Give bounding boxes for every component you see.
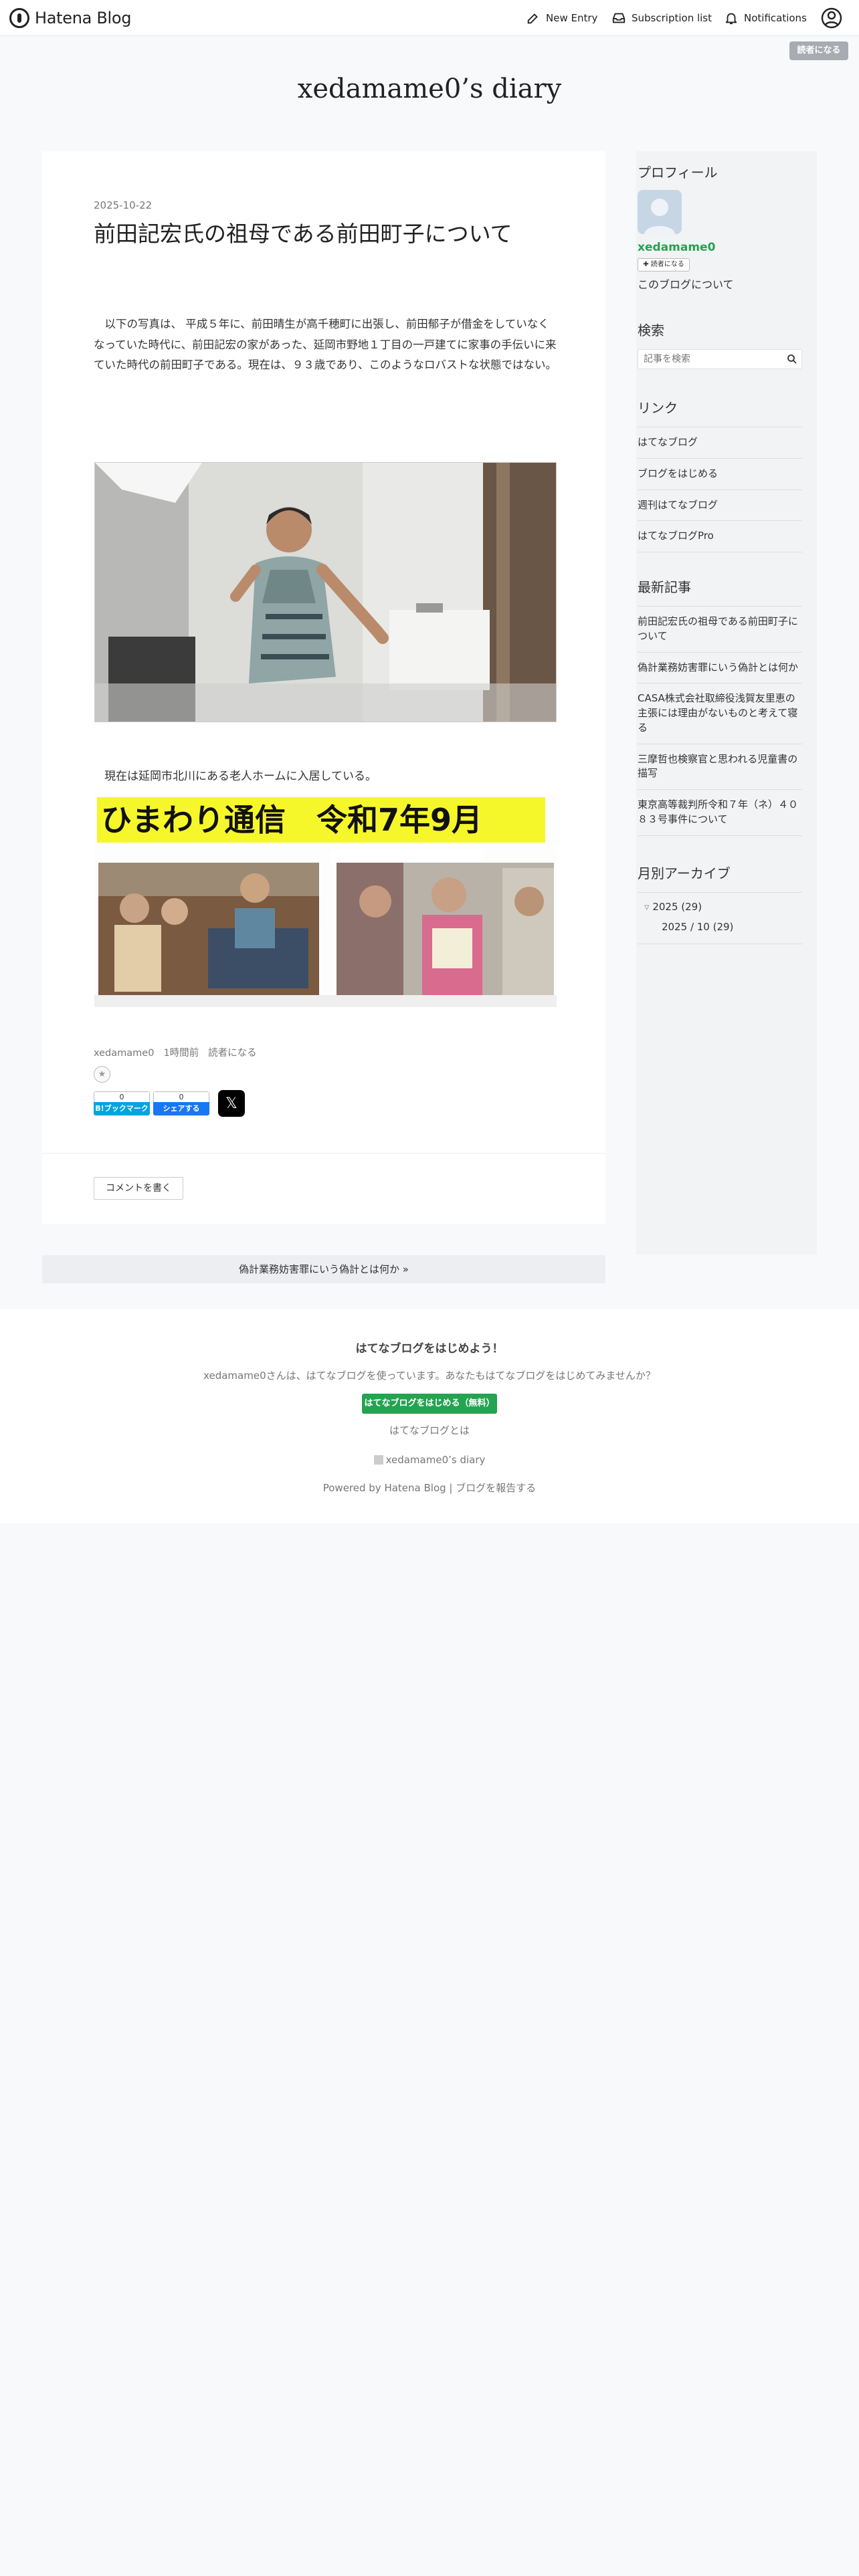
link-item[interactable]: はてなブログ	[638, 427, 802, 458]
blog-title[interactable]: xedamame0’s diary	[0, 74, 859, 104]
link-item[interactable]: はてなブログPro	[638, 520, 802, 552]
profile-heading: プロフィール	[638, 165, 718, 181]
hatena-blog-logo[interactable]: Hatena Blog	[9, 8, 132, 28]
recent-entry-item[interactable]: 三摩哲也検察官と思われる児童書の描写	[638, 743, 802, 790]
byline-reader-link[interactable]: 読者になる	[208, 1048, 257, 1059]
powered-by[interactable]: Powered by Hatena Blog | ブログを報告する	[0, 1481, 859, 1495]
search-box	[638, 349, 802, 369]
footer-blog-label: xedamame0’s diary	[385, 1454, 486, 1466]
entry-title[interactable]: 前田記宏氏の祖母である前田町子について	[94, 219, 562, 249]
archive-heading: 月別アーカイブ	[638, 865, 731, 881]
entry-caption-nursing-home: 現在は延岡市北川にある老人ホームに入居している。	[104, 770, 377, 783]
logo-text: Hatena Blog	[35, 9, 132, 27]
entry-author-link[interactable]: xedamame0	[94, 1048, 154, 1059]
entry-divider	[42, 1153, 605, 1154]
profile-reader-label: 読者になる	[650, 261, 684, 268]
hatena-bookmark-label: B!ブックマーク	[94, 1102, 150, 1115]
hatena-bookmark-count: 0	[94, 1091, 150, 1102]
hatena-logo-icon	[9, 8, 29, 28]
recent-entries-heading: 最新記事	[638, 579, 691, 595]
entry-date[interactable]: 2025-10-22	[94, 199, 152, 211]
entry-posted-time[interactable]: 1時間前	[163, 1048, 199, 1059]
archive-month-item[interactable]: 2025 / 10 (29)	[638, 921, 802, 933]
archive-year-item[interactable]: ▿ 2025 (29)	[638, 901, 802, 913]
sidebar: プロフィール xedamame0 ✚ 読者になる このブログについて 検索 リン…	[636, 151, 817, 1255]
entry-body-text: 以下の写真は、 平成５年に、前田晴生が高千穂町に出張し、前田郁子が借金をしていな…	[94, 318, 557, 372]
new-entry-label: New Entry	[546, 12, 598, 24]
notifications-link[interactable]: Notifications	[724, 8, 807, 28]
entry-byline: xedamame0 1時間前 読者になる	[94, 1045, 266, 1059]
subscription-label: Subscription list	[632, 12, 712, 24]
links-heading: リンク	[638, 400, 678, 416]
recent-entry-item[interactable]: 偽計業務妨害罪にいう偽計とは何か	[638, 651, 802, 683]
link-item[interactable]: ブログをはじめる	[638, 457, 802, 490]
footer-heading: はてなブログをはじめよう！	[355, 1342, 504, 1356]
user-account-icon[interactable]	[820, 7, 843, 29]
search-icon[interactable]	[787, 354, 797, 364]
hatena-bookmark-button[interactable]: 0 B!ブックマーク	[94, 1091, 150, 1115]
subscribe-reader-button[interactable]: 読者になる	[789, 41, 848, 60]
chevron-down-icon[interactable]: ▿	[644, 901, 650, 913]
blog-icon	[373, 1455, 383, 1465]
facebook-share-count: 0	[153, 1091, 209, 1102]
archive-year-label: 2025 (29)	[652, 901, 702, 913]
bell-icon	[725, 13, 737, 25]
plus-icon: ✚	[643, 261, 649, 268]
entry-photo-grandmother	[94, 462, 557, 722]
facebook-share-button[interactable]: 0 シェアする	[153, 1091, 209, 1115]
start-blog-button[interactable]: はてなブログをはじめる（無料）	[362, 1394, 497, 1414]
links-list: はてなブログ ブログをはじめる 週刊はてなブログ はてなブログPro	[638, 427, 802, 552]
about-hatena-blog-link[interactable]: はてなブログとは	[0, 1423, 859, 1437]
x-share-icon[interactable]: 𝕏	[218, 1090, 245, 1117]
global-header: Hatena Blog New Entry Subscription list …	[0, 0, 859, 36]
add-star-icon[interactable]: ★	[94, 1066, 110, 1083]
notifications-label: Notifications	[744, 12, 807, 24]
footer-text: xedamame0さんは、はてなブログを使っています。あなたもはてなブログをはじ…	[203, 1370, 656, 1382]
profile-name-link[interactable]: xedamame0	[638, 241, 715, 254]
entry-photo-newsletter: ひまわり通信 令和7年9月	[94, 794, 557, 1007]
write-comment-button[interactable]: コメントを書く	[94, 1177, 183, 1200]
edit-icon	[527, 13, 538, 24]
search-input[interactable]	[638, 350, 772, 368]
search-heading: 検索	[638, 322, 664, 338]
link-item[interactable]: 週刊はてなブログ	[638, 489, 802, 521]
newsletter-banner-text: ひまわり通信 令和7年9月	[101, 802, 482, 838]
inbox-icon	[612, 13, 626, 23]
subscription-list-link[interactable]: Subscription list	[611, 8, 712, 28]
recent-entries-list: 前田記宏氏の祖母である前田町子について 偽計業務妨害罪にいう偽計とは何か CAS…	[638, 606, 802, 836]
facebook-share-label: シェアする	[153, 1102, 209, 1115]
footer: はてなブログをはじめよう！ xedamame0さんは、はてなブログを使っています…	[0, 1309, 859, 1523]
about-blog-link[interactable]: このブログについて	[638, 276, 734, 292]
footer-blog-link[interactable]: xedamame0’s diary	[0, 1454, 859, 1466]
recent-entry-item[interactable]: CASA株式会社取締役浅賀友里恵の主張には理由がないものと考えて寝る	[638, 683, 802, 743]
recent-entry-item[interactable]: 前田記宏氏の祖母である前田町子について	[638, 606, 802, 652]
next-entry-link[interactable]: 偽計業務妨害罪にいう偽計とは何か »	[42, 1255, 605, 1283]
new-entry-link[interactable]: New Entry	[526, 8, 597, 28]
archive-list: ▿ 2025 (29) 2025 / 10 (29)	[638, 892, 802, 944]
profile-reader-button[interactable]: ✚ 読者になる	[638, 258, 690, 272]
recent-entry-item[interactable]: 東京高等裁判所令和７年（ネ）４０８３号事件について	[638, 789, 802, 836]
avatar[interactable]	[638, 190, 682, 234]
entry-article: 2025-10-22 前田記宏氏の祖母である前田町子について 以下の写真は、 平…	[42, 151, 605, 1224]
